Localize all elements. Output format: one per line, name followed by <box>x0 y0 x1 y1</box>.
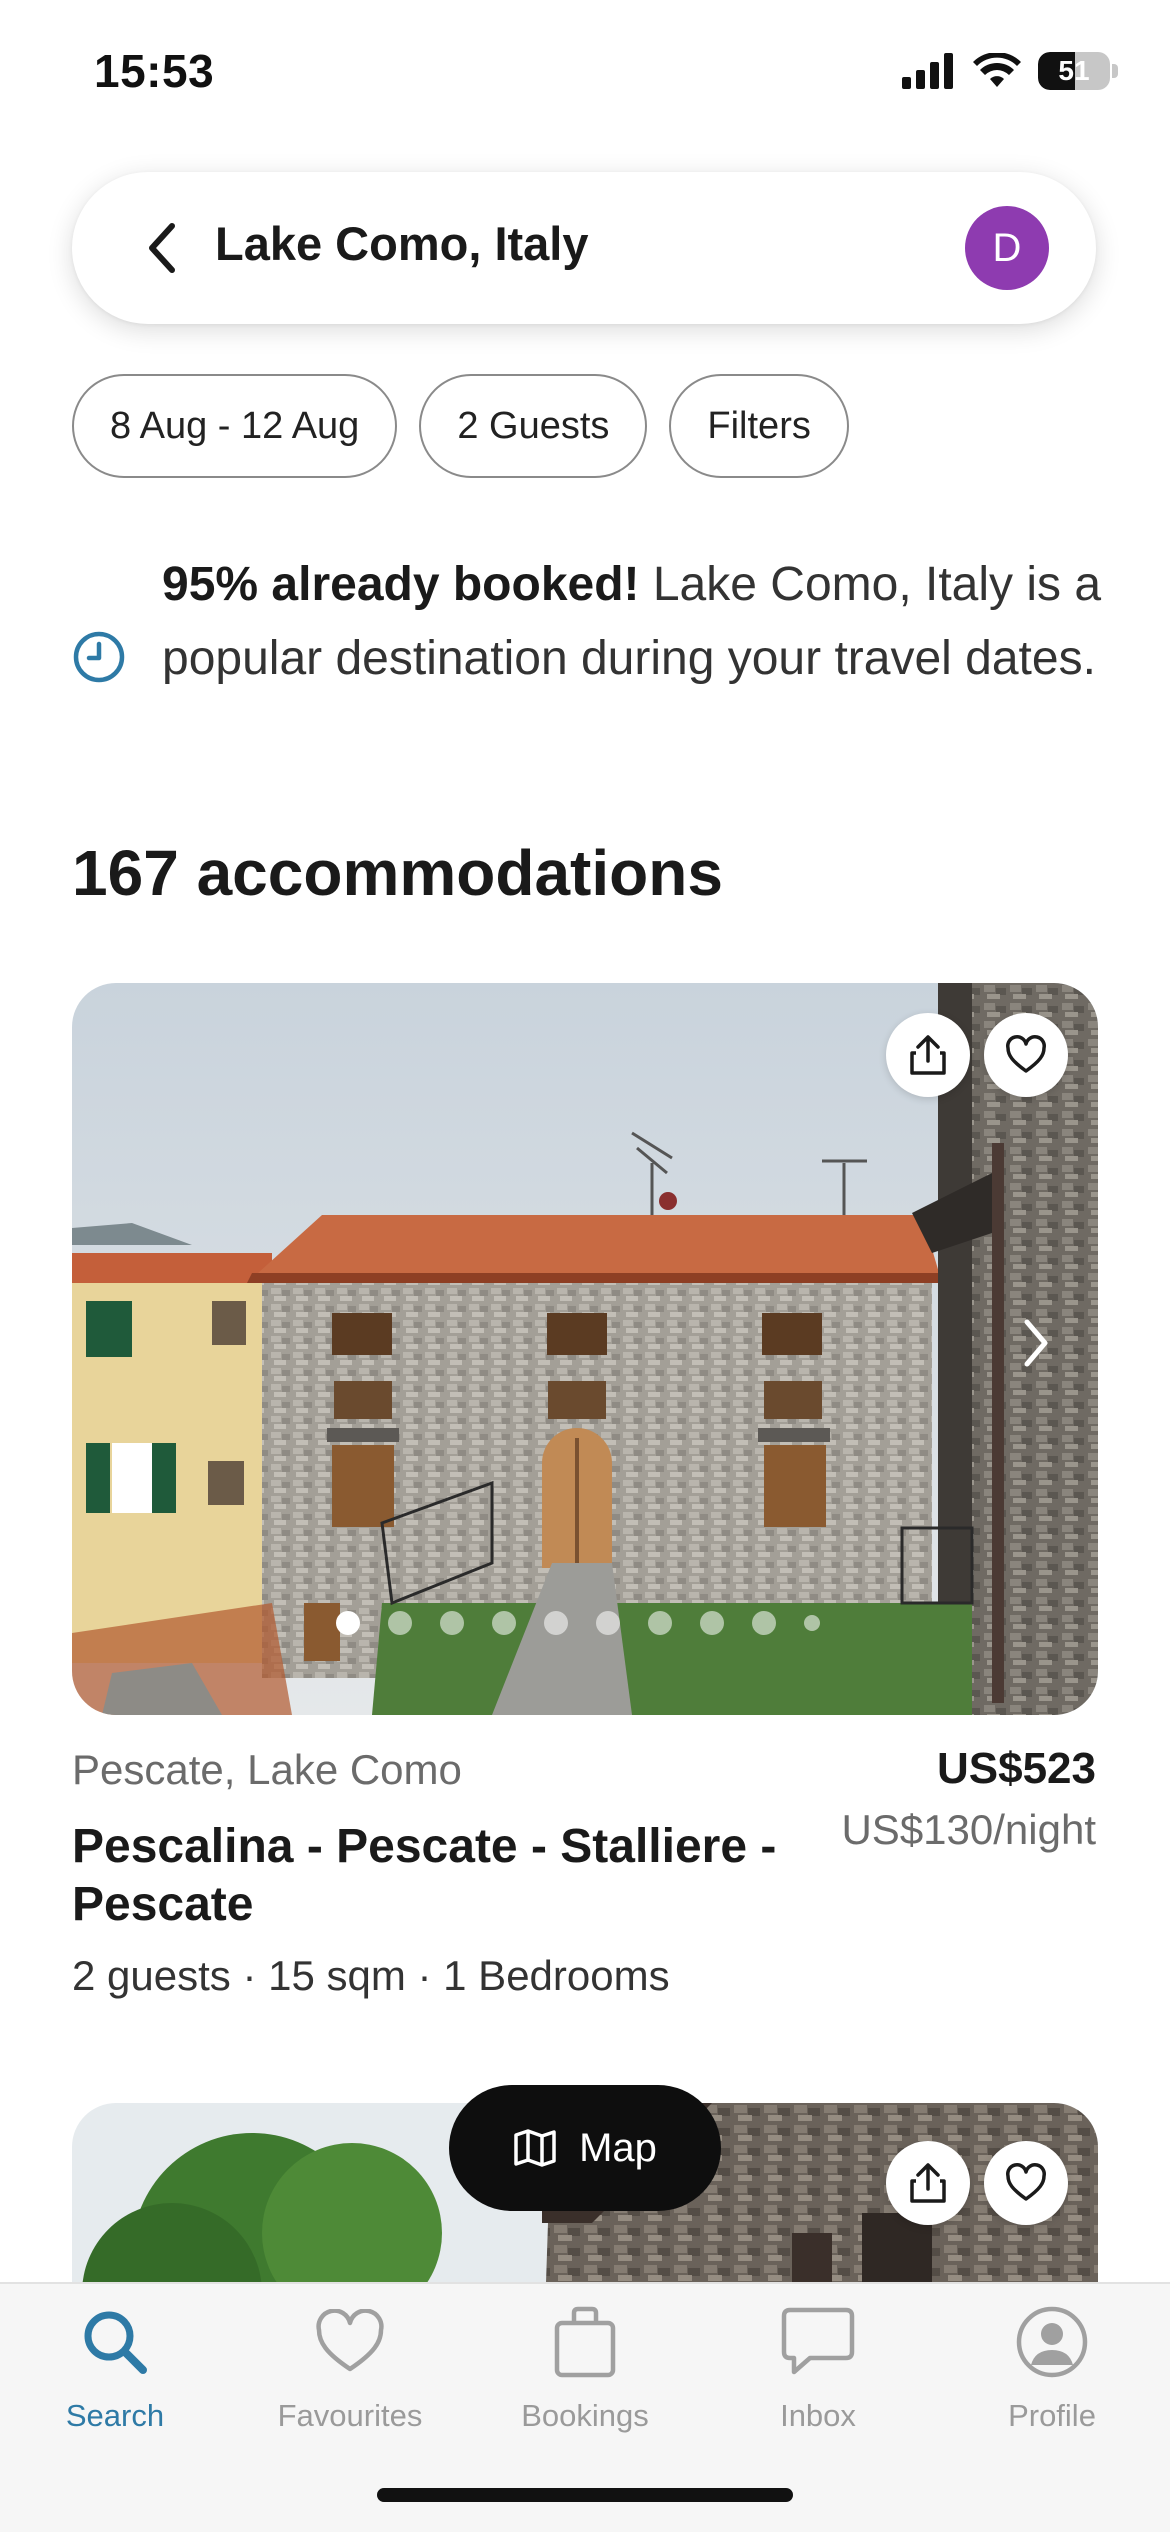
tab-label: Favourites <box>277 2398 423 2433</box>
status-icons: 51 <box>902 52 1118 90</box>
map-button[interactable]: Map <box>449 2085 721 2211</box>
results-count: 167 accommodations <box>72 837 723 909</box>
map-icon <box>514 2129 556 2167</box>
heart-icon <box>1006 1035 1046 1073</box>
pagination-dot[interactable] <box>492 1611 516 1635</box>
pagination-dot[interactable] <box>388 1611 412 1635</box>
listing-location: Pescate, Lake Como <box>72 1746 462 1793</box>
status-bar: 15:53 51 <box>0 0 1170 150</box>
pagination-dot[interactable] <box>804 1615 820 1631</box>
tab-label: Profile <box>1008 2398 1096 2433</box>
tab-label: Bookings <box>521 2398 649 2433</box>
pagination-dot[interactable] <box>648 1611 672 1635</box>
signal-icon <box>902 53 953 89</box>
search-icon <box>84 2311 147 2374</box>
share-button[interactable] <box>886 2141 970 2225</box>
favourite-button[interactable] <box>984 2141 1068 2225</box>
home-indicator <box>377 2488 793 2502</box>
back-button[interactable] <box>132 218 192 278</box>
pagination-dot[interactable] <box>440 1611 464 1635</box>
search-destination[interactable]: Lake Como, Italy <box>215 216 589 271</box>
map-button-label: Map <box>579 2125 657 2170</box>
status-time: 15:53 <box>94 45 215 97</box>
profile-icon <box>1016 2306 1088 2378</box>
listing-meta: 2 guests · 15 sqm · 1 Bedrooms <box>72 1952 670 1999</box>
photo-pagination <box>336 1611 820 1635</box>
tab-favourites[interactable]: Favourites <box>250 2300 450 2450</box>
share-button[interactable] <box>886 1013 970 1097</box>
listing-nightly-price: US$130/night <box>841 1806 1096 1853</box>
bag-icon <box>554 2306 616 2378</box>
battery-percentage: 51 <box>1058 55 1090 86</box>
pagination-dot[interactable] <box>752 1611 776 1635</box>
search-bar[interactable]: Lake Como, Italy D <box>72 172 1096 324</box>
chevron-right-icon <box>1024 1319 1048 1367</box>
avatar[interactable]: D <box>965 206 1049 290</box>
favourite-button[interactable] <box>984 1013 1068 1097</box>
listing-photo[interactable] <box>72 983 1098 1715</box>
listing-total-price: US$523 <box>936 1744 1096 1793</box>
guests-chip[interactable]: 2 Guests <box>419 374 648 478</box>
share-icon <box>910 1035 946 1075</box>
pagination-dot[interactable] <box>700 1611 724 1635</box>
dates-chip[interactable]: 8 Aug - 12 Aug <box>72 374 398 478</box>
pagination-dot[interactable] <box>544 1611 568 1635</box>
heart-icon <box>1006 2163 1046 2201</box>
tab-search[interactable]: Search <box>15 2300 215 2450</box>
tab-inbox[interactable]: Inbox <box>718 2300 918 2450</box>
filter-chips: 8 Aug - 12 Aug 2 Guests Filters <box>72 374 849 478</box>
tab-bookings[interactable]: Bookings <box>485 2300 685 2450</box>
listing-title[interactable]: Pescalina - Pescate - Stalliere - Pescat… <box>72 1818 812 1934</box>
share-icon <box>910 2163 946 2203</box>
tab-label: Inbox <box>780 2398 856 2433</box>
tab-profile[interactable]: Profile <box>952 2300 1152 2450</box>
wifi-icon <box>973 53 1021 87</box>
notice-highlight: 95% already booked! <box>162 558 640 611</box>
filters-chip[interactable]: Filters <box>669 374 849 478</box>
clock-icon <box>73 631 125 683</box>
chevron-left-icon <box>149 223 175 273</box>
heart-icon <box>316 2309 384 2372</box>
next-photo-button[interactable] <box>1006 1303 1066 1383</box>
pagination-dot[interactable] <box>336 1611 360 1635</box>
pagination-dot[interactable] <box>596 1611 620 1635</box>
notice-text: 95% already booked! Lake Como, Italy is … <box>162 548 1142 696</box>
tab-label: Search <box>65 2398 165 2433</box>
battery-indicator: 51 <box>1038 52 1118 90</box>
chat-icon <box>781 2307 855 2375</box>
